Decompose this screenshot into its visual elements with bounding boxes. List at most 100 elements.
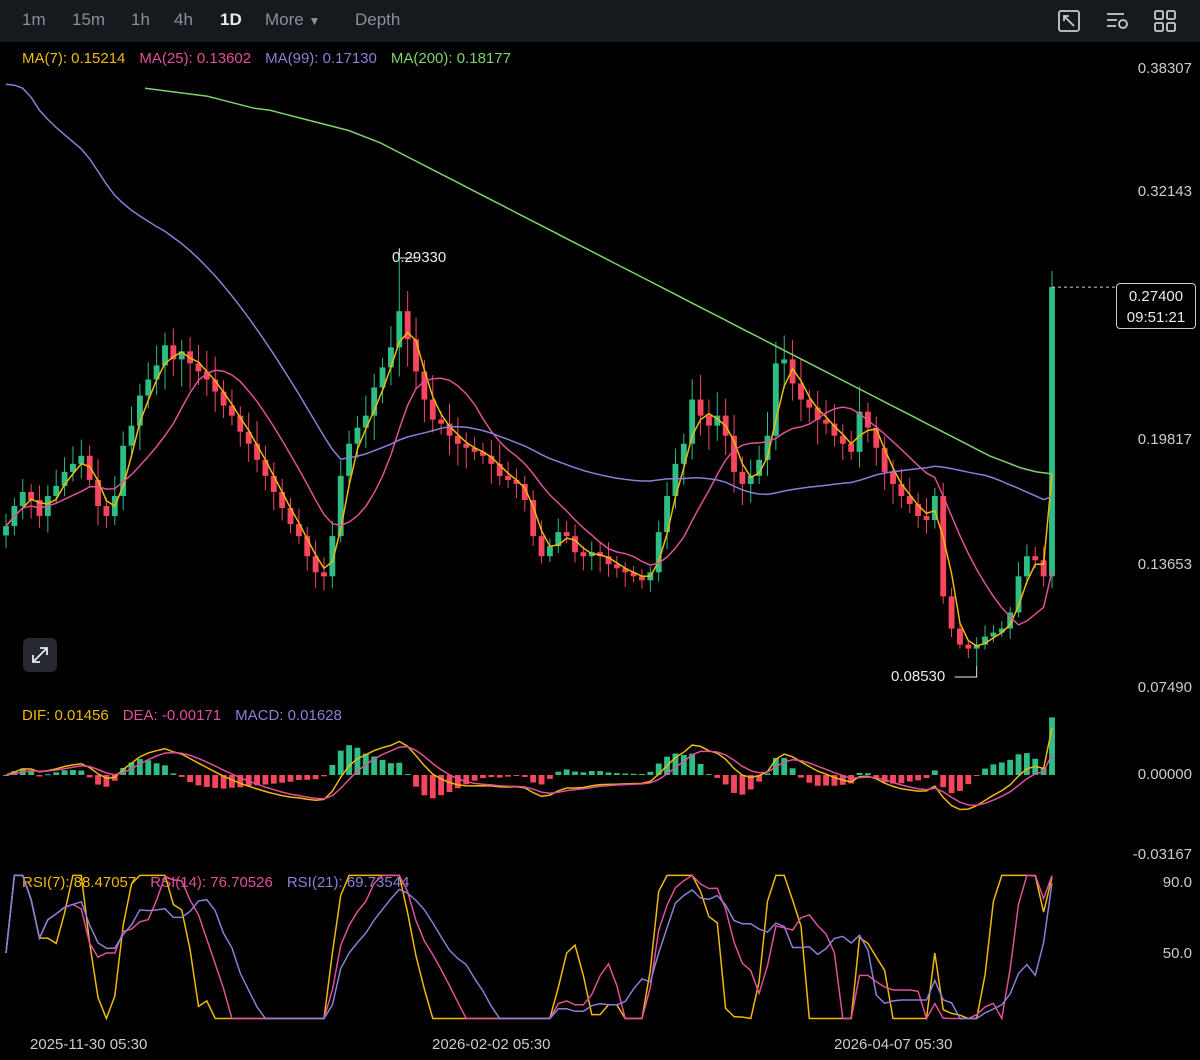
candle-body [848,443,855,452]
macd-histogram-bar [471,775,478,781]
macd-histogram-bar [990,764,997,775]
candle-body [103,506,110,517]
price-chart[interactable] [0,0,1200,1060]
macd-histogram-bar [70,770,76,775]
macd-histogram-bar [337,750,344,775]
candle-body [78,455,85,464]
candle-body [387,347,394,368]
macd-histogram-bar [387,763,394,775]
macd-histogram-bar [304,775,311,780]
macd-histogram-bar [680,755,687,775]
candle-body [438,419,445,424]
candle-body [890,471,896,484]
macd-histogram-bar [965,775,972,785]
rsi21-line [5,874,1053,1020]
macd-histogram-bar [262,775,269,785]
candle-body [220,391,227,406]
candle-body [572,536,578,553]
candle-body [120,445,127,496]
macd-histogram-bar [429,775,436,799]
candle-body [957,628,963,645]
macd-histogram-bar [162,765,168,775]
macd-histogram-bar [513,775,520,776]
macd-histogram-bar [856,772,863,775]
macd-histogram-bar [764,773,771,775]
ma200-line [144,87,1053,475]
macd-histogram-bar [454,775,461,789]
macd-histogram-bar [806,775,813,783]
macd-histogram-bar [906,775,913,782]
candle-body [346,443,353,476]
macd-histogram-bar [622,773,629,775]
candle-body [505,475,512,480]
macd-histogram-bar [153,763,160,775]
macd-histogram-bar [312,775,319,780]
candle-body [923,516,930,521]
macd-histogram-bar [823,775,829,786]
macd-histogram-bar [496,775,503,778]
macd-histogram-bar [613,773,620,775]
macd-histogram-bar [546,775,553,779]
macd-histogram-bar [538,775,545,785]
candle-body [279,491,286,509]
macd-histogram-bar [28,771,35,775]
macd-histogram-bar [588,771,595,775]
low-leader [954,666,978,678]
candle-body [580,552,587,557]
macd-histogram-bar [697,763,704,775]
macd-histogram-bar [212,775,219,788]
candle-body [948,596,955,629]
macd-histogram-bar [287,775,294,782]
candle-body [145,379,152,396]
candle-body [705,415,712,426]
macd-histogram-bar [187,775,194,783]
macd-histogram-bar [739,775,746,795]
high-leader [398,248,418,259]
candle-body [1049,287,1055,577]
macd-histogram-bar [915,775,922,781]
candle-body [856,411,863,452]
candle-body [772,363,779,436]
macd-histogram-bar [61,770,68,775]
macd-histogram-bar [948,775,955,794]
candle-body [881,447,888,472]
macd-histogram-bar [44,774,51,776]
macd-histogram-bar [295,775,302,780]
rsi14-line [5,874,1053,1021]
macd-histogram-bar [404,774,411,776]
macd-histogram-bar [931,770,938,775]
macd-histogram-bar [270,775,277,784]
macd-histogram-bar [605,772,612,775]
macd-histogram-bar [998,762,1005,775]
macd-histogram-bar [597,771,604,775]
macd-histogram-bar [982,768,988,775]
macd-histogram-bar [480,775,486,779]
macd-histogram-bar [329,764,336,775]
macd-histogram-bar [86,775,93,778]
macd-histogram-bar [379,759,386,775]
macd-histogram-bar [731,775,737,793]
macd-histogram-bar [814,775,821,786]
macd-histogram-bar [36,775,43,777]
macd-histogram-bar [639,773,645,775]
macd-histogram-bar [1007,759,1014,775]
candle-body [965,644,972,649]
candle-body [128,425,135,446]
ma7-line [5,331,1053,647]
macd-histogram-bar [973,775,980,776]
candle-body [19,491,26,507]
macd-histogram-bar [798,775,804,778]
candle-body [3,526,9,536]
macd-histogram-bar [781,757,788,775]
macd-histogram-bar [940,775,947,788]
macd-histogram-bar [95,775,101,785]
rsi7-line [5,874,1053,1021]
macd-histogram-bar [346,745,353,775]
macd-histogram-bar [53,772,60,775]
macd-histogram-bar [413,775,419,787]
macd-histogram-bar [421,775,428,796]
candle-body [1032,556,1039,561]
macd-histogram-bar [647,771,654,775]
macd-histogram-bar [555,771,562,775]
macd-histogram-bar [1023,753,1030,775]
